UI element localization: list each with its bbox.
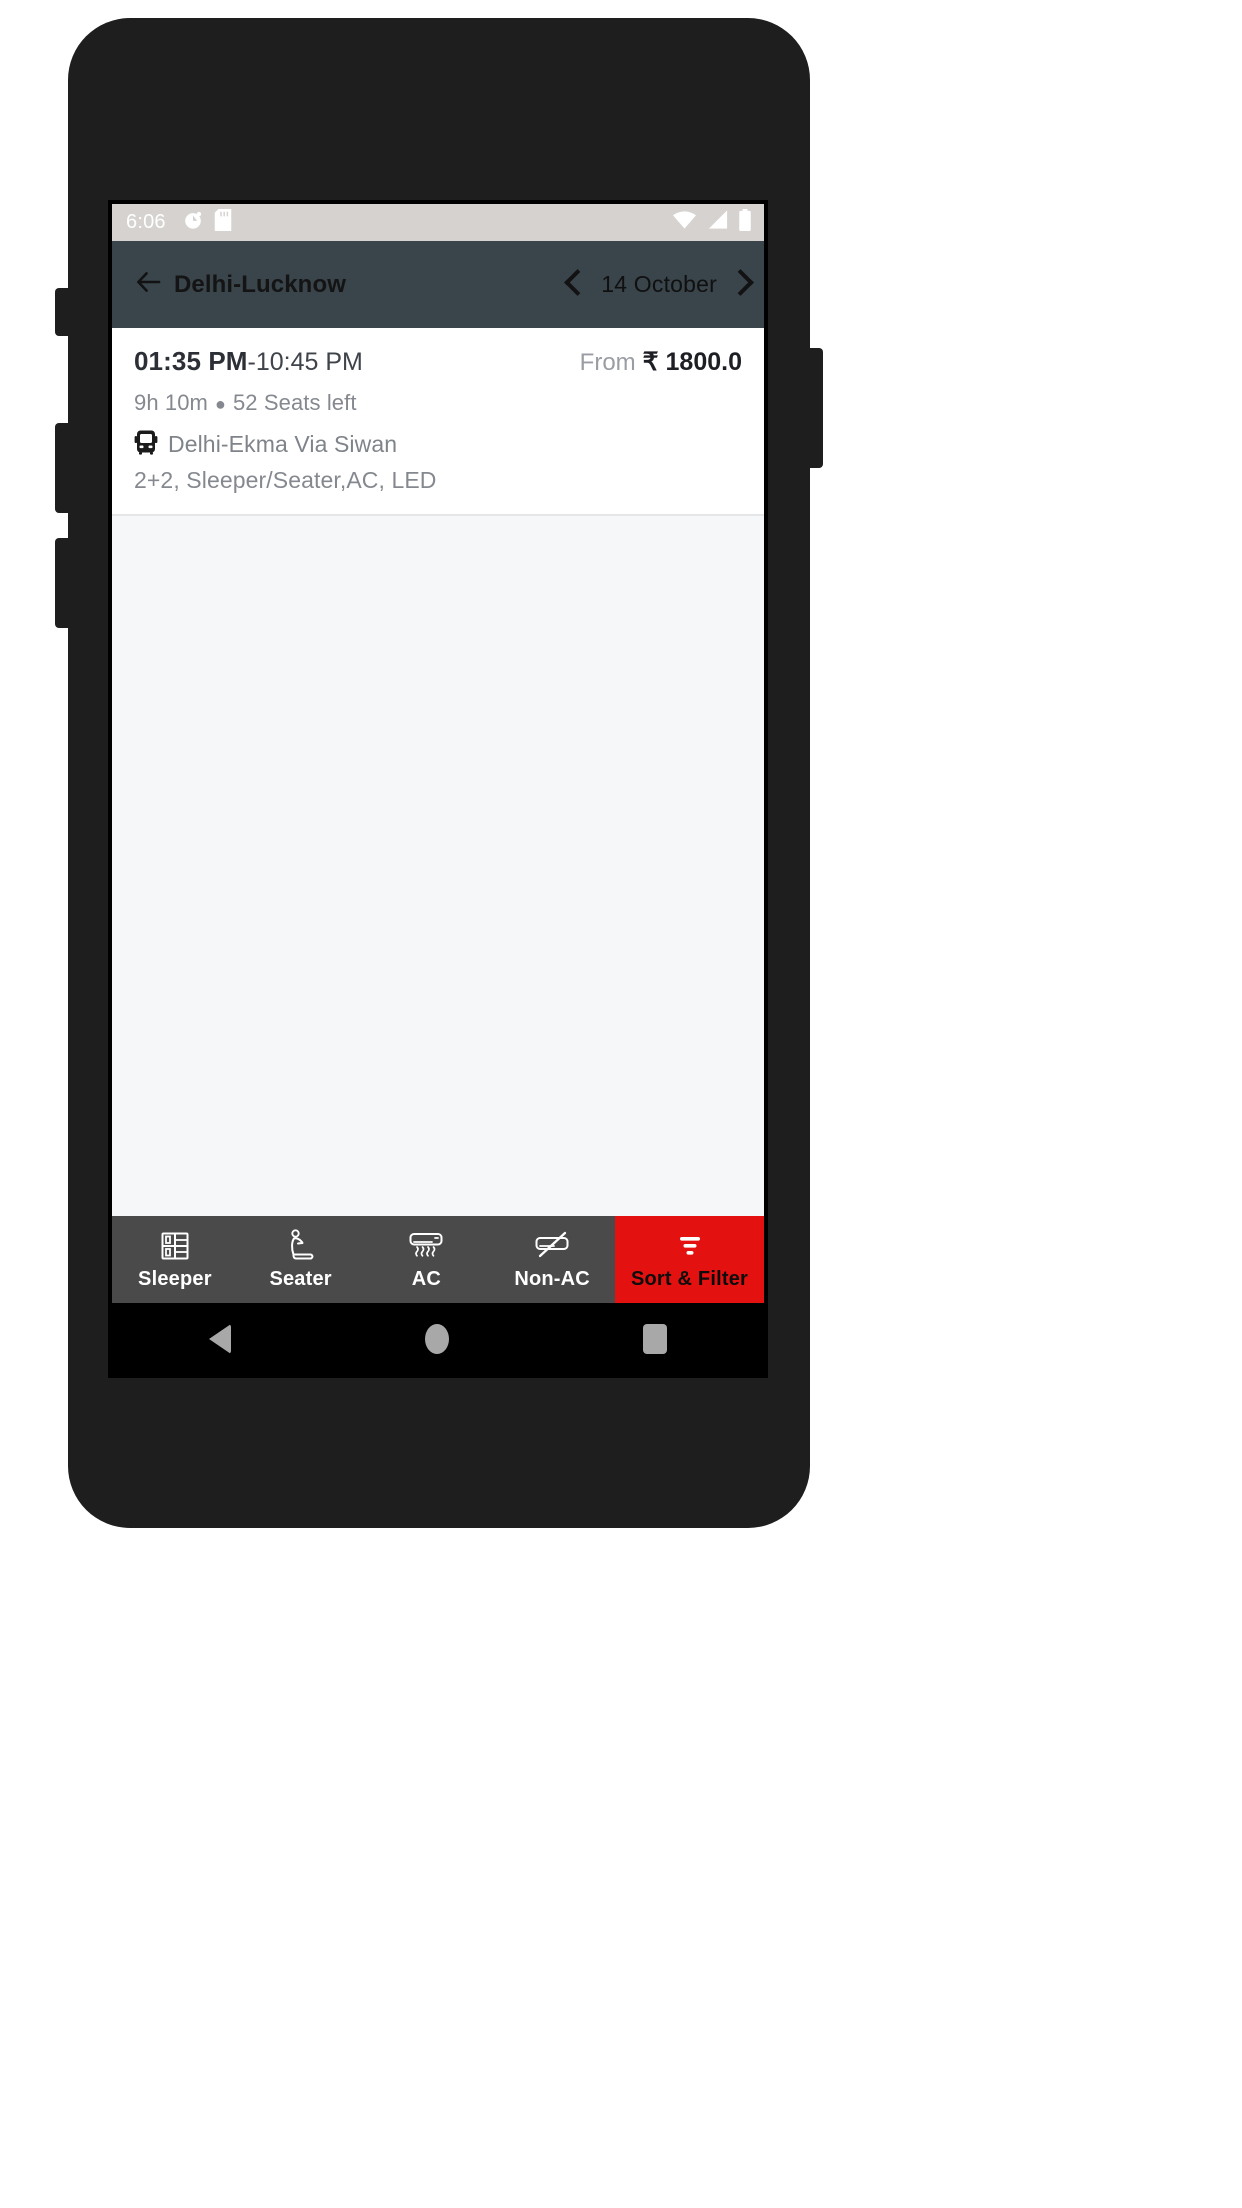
fare-prefix-label: From xyxy=(579,349,636,376)
trip-duration: 9h 10m xyxy=(134,390,208,415)
nav-back-icon[interactable] xyxy=(209,1323,231,1354)
alarm-icon xyxy=(182,209,204,236)
nav-recents-icon[interactable] xyxy=(643,1323,667,1354)
sd-card-icon xyxy=(214,209,232,236)
time-separator: - xyxy=(247,348,256,376)
back-arrow-icon[interactable] xyxy=(136,271,161,298)
filter-sleeper-button[interactable]: Sleeper xyxy=(112,1216,238,1303)
filter-ac-button[interactable]: AC xyxy=(364,1216,490,1303)
filter-sleeper-label: Sleeper xyxy=(138,1268,212,1290)
bus-amenities: 2+2, Sleeper/Seater,AC, LED xyxy=(134,467,437,493)
chevron-left-icon[interactable] xyxy=(564,268,592,297)
air-conditioner-off-icon xyxy=(534,1228,570,1264)
wifi-icon xyxy=(672,210,697,235)
filter-ac-label: AC xyxy=(411,1268,442,1290)
seats-left: 52 Seats left xyxy=(232,390,357,415)
phone-power-button[interactable] xyxy=(809,348,823,468)
android-navigation-bar xyxy=(112,1303,764,1374)
phone-side-button-top[interactable] xyxy=(55,288,69,336)
chevron-right-icon[interactable] xyxy=(727,268,754,297)
bus-icon xyxy=(134,429,158,460)
filter-seater-button[interactable]: Seater xyxy=(238,1216,364,1303)
route-name: Delhi-Ekma Via Siwan xyxy=(168,431,398,457)
trip-times: 01:35 PM-10:45 PM xyxy=(134,346,363,377)
arrival-time: 10:45 PM xyxy=(255,348,363,376)
status-bar-clock: 6:06 xyxy=(126,211,166,233)
selected-date-label[interactable]: 14 October xyxy=(601,271,717,298)
meta-dot-separator: ● xyxy=(214,393,226,414)
sort-and-filter-button[interactable]: Sort & Filter xyxy=(615,1216,764,1303)
sleeper-berth-icon xyxy=(159,1228,191,1264)
phone-volume-up-button[interactable] xyxy=(55,423,69,513)
signal-icon xyxy=(706,210,729,235)
bus-result-card[interactable]: 01:35 PM-10:45 PM From ₹ 1800.0 9h 10m ● 52… xyxy=(112,328,764,516)
page-title: Delhi-Lucknow xyxy=(174,270,346,298)
phone-volume-down-button[interactable] xyxy=(55,538,69,628)
status-bar: 6:06 xyxy=(112,204,764,241)
filter-toolbar: Sleeper Seater AC Non-AC Sort & Filter xyxy=(112,1216,764,1303)
air-conditioner-icon xyxy=(408,1228,444,1264)
filter-icon xyxy=(676,1228,704,1264)
trip-meta: 9h 10m ● 52 Seats left xyxy=(134,390,742,416)
phone-frame: 6:06 Delhi-Lucknow 14 October 01:35 PM-1… xyxy=(55,18,823,1528)
sort-and-filter-label: Sort & Filter xyxy=(630,1268,749,1290)
phone-screen: 6:06 Delhi-Lucknow 14 October 01:35 PM-1… xyxy=(108,200,768,1378)
app-bar: Delhi-Lucknow 14 October xyxy=(112,241,764,328)
filter-ac-seater-label: Seater xyxy=(269,1268,332,1290)
seat-icon xyxy=(285,1228,317,1264)
departure-time: 01:35 PM xyxy=(134,346,248,376)
filter-non-ac-label: Non-AC xyxy=(514,1268,590,1290)
bus-result-list: 01:35 PM-10:45 PM From ₹ 1800.0 9h 10m ● 52… xyxy=(112,328,764,1303)
fare-amount: ₹ 1800.0 xyxy=(642,348,742,376)
filter-non-ac-button[interactable]: Non-AC xyxy=(489,1216,615,1303)
fare-block: From ₹ 1800.0 xyxy=(580,347,742,377)
battery-icon xyxy=(738,208,752,237)
nav-home-icon[interactable] xyxy=(425,1323,449,1354)
